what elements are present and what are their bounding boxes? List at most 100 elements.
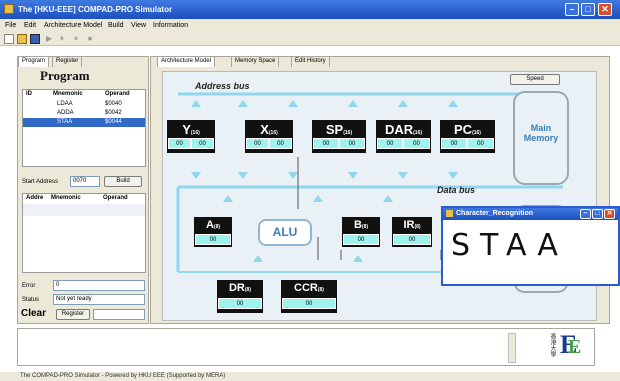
register-sp-low: 00 bbox=[339, 138, 365, 149]
toolbar: ▶ ⏵ ⏸ ⏹ bbox=[0, 32, 620, 46]
register-sp-bits: (16) bbox=[343, 130, 353, 136]
register-pc-low: 00 bbox=[467, 138, 494, 149]
status-field: Not yet ready bbox=[53, 294, 145, 305]
register-ccr-name: CCR bbox=[294, 282, 318, 294]
register-dr-name: DR bbox=[228, 282, 245, 294]
register-a-value: 00 bbox=[195, 234, 231, 245]
start-address-input[interactable]: 0070 bbox=[70, 176, 100, 187]
menu-view[interactable]: View bbox=[131, 22, 146, 29]
register-dr-bits: (8) bbox=[244, 287, 251, 293]
row-operand: $0042 bbox=[105, 110, 122, 116]
register-x-low: 00 bbox=[269, 138, 292, 149]
app-icon bbox=[4, 4, 14, 14]
charwin-maximize-button[interactable]: □ bbox=[592, 209, 603, 219]
column-header-operand: Operand bbox=[105, 91, 130, 97]
column-header-address: Addre bbox=[26, 195, 44, 201]
handwriting-canvas[interactable]: STAA bbox=[451, 228, 568, 263]
build-button[interactable]: Build bbox=[104, 176, 142, 187]
alu-label: ALU bbox=[272, 225, 298, 239]
row-operand: $0040 bbox=[105, 101, 122, 107]
register-x-bits: (16) bbox=[268, 130, 278, 136]
status-label: Status bbox=[22, 297, 40, 303]
register-x-high: 00 bbox=[246, 138, 269, 149]
tab-program[interactable]: Program bbox=[18, 56, 50, 67]
register-pc-bits: (16) bbox=[472, 130, 481, 136]
row-mnemonic: LDAA bbox=[57, 101, 73, 107]
register-y-name: Y bbox=[182, 122, 191, 137]
register-b-bits: (8) bbox=[361, 224, 369, 230]
menu-file[interactable]: File bbox=[5, 22, 16, 29]
status-bar-text: The COMPAD-PRO Simulator - Powered by HK… bbox=[20, 373, 226, 379]
table-row[interactable]: LDAA $0040 bbox=[23, 100, 145, 109]
tab-register[interactable]: Register bbox=[52, 56, 83, 67]
close-button[interactable]: ✕ bbox=[598, 3, 612, 16]
register-y-high: 00 bbox=[168, 138, 191, 149]
stop-icon[interactable]: ⏹ bbox=[88, 34, 98, 44]
register-a-name: A bbox=[205, 219, 214, 231]
alu-block: ALU bbox=[258, 219, 312, 246]
table-row-selected[interactable]: STAA $0044 bbox=[23, 118, 145, 127]
output-scrollbar[interactable] bbox=[508, 333, 516, 363]
register-dar-high: 00 bbox=[377, 138, 403, 149]
register-ir-value: 00 bbox=[393, 234, 431, 245]
register-ir-name: IR bbox=[403, 219, 415, 231]
table-row[interactable] bbox=[23, 204, 145, 216]
register-button[interactable]: Register bbox=[56, 309, 90, 320]
menu-architecture-model[interactable]: Architecture Model bbox=[44, 22, 102, 29]
window-icon bbox=[446, 210, 453, 217]
save-icon[interactable] bbox=[30, 34, 40, 44]
register-dar-bits: (16) bbox=[413, 130, 423, 136]
minimize-button[interactable]: – bbox=[565, 3, 579, 16]
register-pc-high: 00 bbox=[441, 138, 467, 149]
charwin-minimize-button[interactable]: – bbox=[580, 209, 591, 219]
register-a-bits: (8) bbox=[213, 224, 221, 230]
open-folder-icon[interactable] bbox=[17, 34, 27, 44]
register-sp-high: 00 bbox=[313, 138, 339, 149]
new-file-icon[interactable] bbox=[4, 34, 14, 44]
register-dar-low: 00 bbox=[403, 138, 430, 149]
tab-memory-space[interactable]: Memory Space bbox=[231, 56, 280, 67]
register-dar-name: DAR bbox=[384, 122, 414, 137]
menu-bar: File Edit Architecture Model Build View … bbox=[0, 19, 620, 32]
tab-edit-history[interactable]: Edit History bbox=[291, 56, 330, 67]
register-dr-value: 00 bbox=[218, 298, 262, 309]
column-header-id: ID bbox=[26, 91, 32, 97]
character-recognition-title: Character_Recognition bbox=[456, 210, 534, 217]
row-mnemonic: ADDA bbox=[57, 110, 74, 116]
program-title: Program bbox=[40, 68, 90, 83]
row-operand: $0044 bbox=[105, 119, 122, 125]
register-input[interactable] bbox=[93, 309, 145, 320]
main-memory-block: Main Memory bbox=[513, 91, 569, 185]
main-memory-label: Main Memory bbox=[523, 123, 559, 143]
table-row[interactable]: ADDA $0042 bbox=[23, 109, 145, 118]
register-b-value: 00 bbox=[343, 234, 379, 245]
column-header-operand: Operand bbox=[103, 195, 128, 201]
program-table[interactable]: ID Mnemonic Operand LDAA $0040 ADDA $004… bbox=[22, 89, 146, 167]
tab-architecture-model[interactable]: Architecture Model bbox=[157, 56, 216, 67]
pause-icon[interactable]: ⏸ bbox=[74, 34, 84, 44]
run-icon[interactable]: ▶ bbox=[46, 34, 56, 44]
register-pc-name: PC bbox=[454, 122, 473, 137]
memory-listing-table[interactable]: Addre Mnemonic Operand bbox=[22, 193, 146, 273]
row-mnemonic: STAA bbox=[57, 119, 73, 125]
menu-build[interactable]: Build bbox=[108, 22, 124, 29]
title-bar: The [HKU-EEE] COMPAD-PRO Simulator – □ ✕ bbox=[0, 0, 620, 19]
step-icon[interactable]: ⏵ bbox=[60, 34, 70, 44]
column-header-mnemonic: Mnemonic bbox=[53, 91, 83, 97]
university-logo: 香港大學 E E bbox=[549, 330, 582, 359]
data-bus-label: Data bus bbox=[437, 185, 476, 195]
register-ccr-value: 00 bbox=[282, 298, 336, 309]
charwin-close-button[interactable]: ✕ bbox=[604, 209, 615, 219]
speed-button[interactable]: Speed bbox=[510, 74, 560, 85]
register-sp-name: SP bbox=[325, 122, 344, 137]
start-address-label: Start Address bbox=[22, 179, 59, 185]
menu-information[interactable]: Information bbox=[153, 22, 188, 29]
character-recognition-window[interactable]: Character_Recognition – □ ✕ STAA bbox=[441, 206, 620, 286]
maximize-button[interactable]: □ bbox=[581, 3, 595, 16]
clear-label: Clear bbox=[21, 308, 47, 319]
menu-edit[interactable]: Edit bbox=[24, 22, 36, 29]
error-field: 0 bbox=[53, 280, 145, 291]
output-area[interactable]: 香港大學 E E bbox=[17, 328, 595, 366]
register-ccr-bits: (8) bbox=[317, 287, 324, 293]
character-recognition-title-bar: Character_Recognition – □ ✕ bbox=[443, 208, 618, 220]
